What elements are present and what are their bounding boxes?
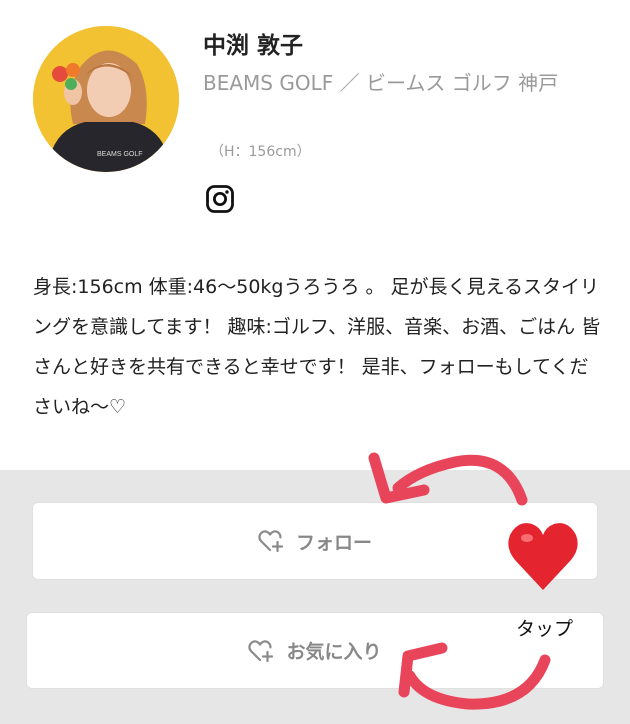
- follow-button[interactable]: フォロー: [32, 502, 598, 580]
- avatar: BEAMS GOLF: [33, 26, 179, 172]
- instagram-icon[interactable]: [205, 184, 235, 214]
- avatar-photo: BEAMS GOLF: [33, 26, 179, 172]
- shirt-print: BEAMS GOLF: [97, 151, 143, 158]
- follow-label: フォロー: [295, 531, 372, 554]
- heart-plus-icon: [258, 530, 284, 553]
- height-info: （H：156cm）: [210, 144, 311, 160]
- profile-name: 中渕 敦子: [203, 33, 304, 59]
- shop-name[interactable]: BEAMS GOLF ／ ビームス ゴルフ 神戸: [203, 68, 598, 98]
- tap-annotation: タップ: [516, 618, 574, 640]
- heart-plus-icon: [248, 639, 274, 662]
- profile-bio: 身長:156cm 体重:46〜50kgうろうろ 。 足が長く見えるスタイリングを…: [33, 276, 601, 418]
- favorite-label: お気に入り: [286, 641, 382, 663]
